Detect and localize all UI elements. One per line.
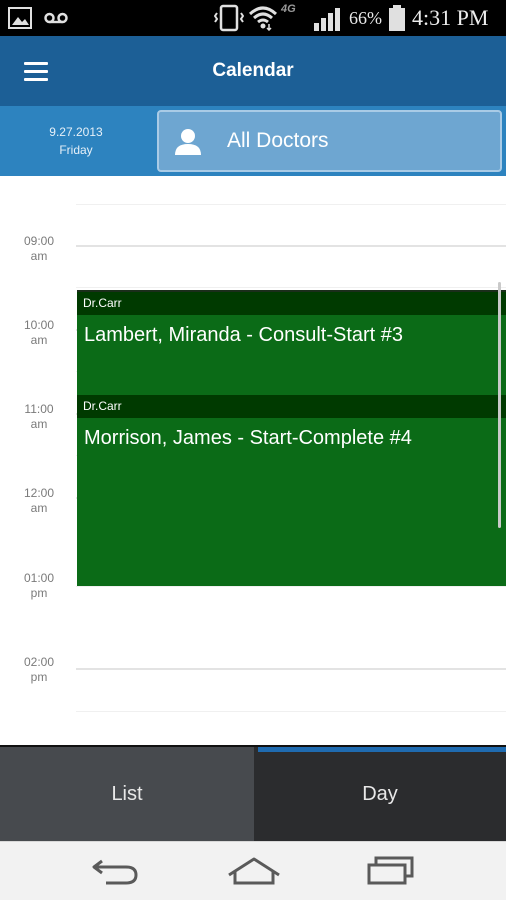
half-hour-line (76, 287, 506, 288)
time-label: 09:00 am (14, 234, 64, 264)
time-period: am (30, 249, 48, 263)
time-label: 02:00 pm (14, 655, 64, 685)
date-doctor-header: 9.27.2013 Friday All Doctors (0, 106, 506, 176)
tab-label: List (111, 782, 143, 805)
vibrate-icon (214, 0, 244, 36)
time-label: 11:00 am (14, 402, 64, 432)
selected-tab-indicator (258, 747, 506, 752)
time-label: 12:00 am (14, 486, 64, 516)
hour-line (76, 245, 506, 247)
appointment-event[interactable]: Dr.Carr Lambert, Miranda - Consult-Start… (77, 290, 506, 396)
day-calendar[interactable]: 09:00 am 10:00 am 11:00 am 12:00 am 01:0… (0, 176, 506, 746)
half-hour-line (76, 586, 506, 587)
signal-icon (312, 0, 346, 36)
time-label: 01:00 pm (14, 571, 64, 601)
time-period: pm (30, 670, 48, 684)
page-title: Calendar (212, 60, 294, 81)
home-icon[interactable] (224, 850, 284, 892)
time-value: 11:00 (24, 402, 54, 416)
doctor-filter-label: All Doctors (227, 129, 329, 152)
current-date[interactable]: 9.27.2013 Friday (0, 106, 152, 176)
time-period: am (30, 501, 48, 515)
app-bar: Calendar (0, 36, 506, 106)
voicemail-icon (44, 0, 68, 36)
system-nav-bar (0, 841, 506, 900)
half-hour-line (76, 204, 506, 205)
time-value: 12:00 (23, 486, 55, 500)
time-period: am (30, 333, 48, 347)
status-bar: 4G 66% 4:31 PM (0, 0, 506, 36)
tab-list[interactable]: List (0, 747, 254, 841)
event-title: Lambert, Miranda - Consult-Start #3 (84, 324, 404, 346)
time-value: 10:00 (23, 318, 55, 332)
appointment-event[interactable]: Dr.Carr Morrison, James - Start-Complete… (77, 395, 506, 586)
date-value: 9.27.2013 (49, 125, 103, 139)
scrollbar[interactable] (498, 282, 501, 528)
time-value: 01:00 (23, 571, 55, 585)
doctor-filter-button[interactable]: All Doctors (157, 110, 502, 172)
clock: 4:31 PM (412, 5, 489, 30)
battery-percent: 66% (349, 7, 382, 28)
view-tabs: List Day (0, 745, 506, 841)
hamburger-menu-icon[interactable] (14, 54, 58, 88)
event-doctor: Dr.Carr (77, 395, 506, 418)
person-icon (171, 128, 205, 156)
event-title: Morrison, James - Start-Complete #4 (84, 427, 412, 449)
time-label: 10:00 am (14, 318, 64, 348)
tab-label: Day (362, 782, 398, 805)
time-period: am (30, 417, 48, 431)
time-value: 09:00 (23, 234, 55, 248)
time-period: pm (30, 586, 48, 600)
gallery-icon (8, 0, 32, 36)
wifi-icon (248, 0, 278, 36)
recent-apps-icon[interactable] (360, 850, 420, 892)
network-type: 4G (281, 3, 296, 15)
battery-icon (388, 0, 406, 36)
tab-day[interactable]: Day (254, 747, 506, 841)
event-doctor: Dr.Carr (77, 292, 506, 315)
time-value: 02:00 (23, 655, 55, 669)
hour-line (76, 668, 506, 670)
back-icon[interactable] (86, 850, 146, 892)
weekday-value: Friday (59, 143, 93, 157)
half-hour-line (76, 711, 506, 712)
